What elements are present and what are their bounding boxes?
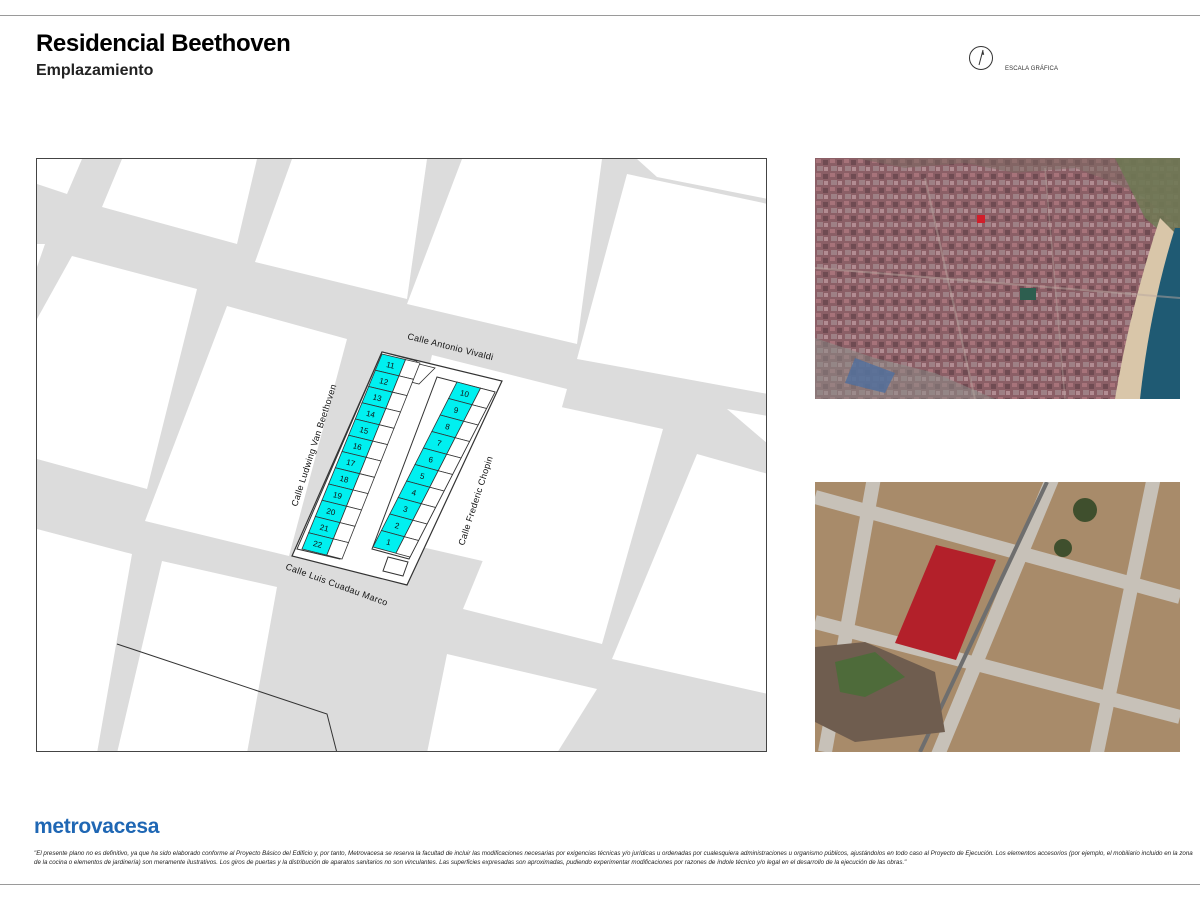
page-subtitle: Emplazamiento xyxy=(36,62,154,79)
page-title: Residencial Beethoven xyxy=(36,30,291,57)
site-marker xyxy=(977,215,985,223)
top-frame-line xyxy=(0,15,1200,16)
street-label-north: Calle Antonio Vivaldi xyxy=(407,331,495,362)
aerial-site-photo xyxy=(815,482,1180,752)
north-arrow-icon xyxy=(969,46,993,70)
bottom-frame-line xyxy=(0,884,1200,885)
legal-disclaimer: "El presente plano no es definitivo, ya … xyxy=(34,850,1193,866)
site-plan-map: 11 12 13 14 15 16 17 18 19 20 21 22 10 9 8 7 6 5 4 3 2 1 Cal… xyxy=(36,158,767,752)
scale-label: ESCALA GRÁFICA xyxy=(1005,66,1059,72)
brand-logo: metrovacesa xyxy=(34,815,160,838)
aerial-city-photo xyxy=(815,158,1180,399)
